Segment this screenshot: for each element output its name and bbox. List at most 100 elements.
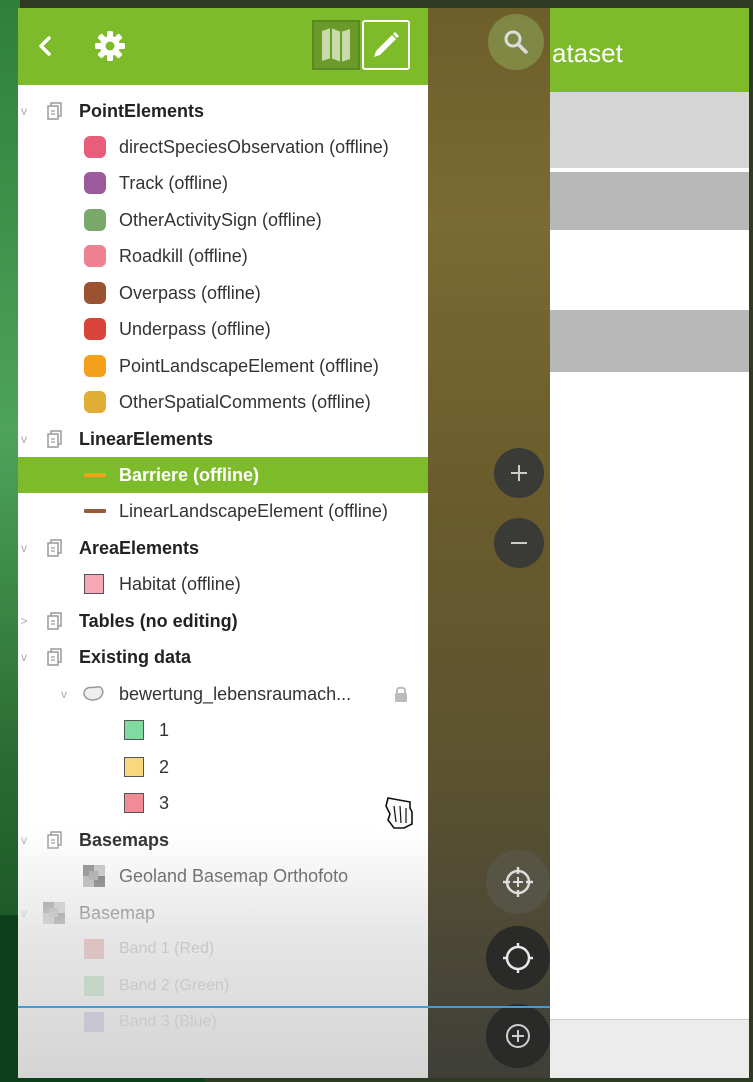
- zoom-in-button[interactable]: [494, 448, 544, 498]
- dataset-title: ataset: [552, 38, 623, 68]
- layers-icon: [47, 102, 62, 120]
- point-symbol-icon: [84, 172, 106, 194]
- layer-item-linearlandscapeelement-offline[interactable]: LinearLandscapeElement (offline): [18, 493, 428, 529]
- chevron-left-icon: [39, 36, 51, 56]
- chevron-down-icon[interactable]: v: [58, 687, 70, 701]
- chevron-down-icon[interactable]: v: [18, 833, 30, 847]
- layer-group-areaelements[interactable]: v AreaElements: [18, 530, 428, 566]
- map-mode-button[interactable]: [312, 20, 360, 70]
- point-symbol-icon: [84, 245, 106, 267]
- layer-item-basemap[interactable]: v Basemap: [18, 895, 428, 931]
- layer-item-otheractivitysign-offline[interactable]: OtherActivitySign (offline): [18, 202, 428, 238]
- pencil-icon: [374, 32, 399, 57]
- layer-label: LinearLandscapeElement (offline): [119, 500, 388, 521]
- chevron-down-icon[interactable]: v: [18, 650, 30, 664]
- layers-icon: [47, 648, 62, 666]
- layer-label: Underpass (offline): [119, 318, 271, 339]
- layer-item-band-1-red[interactable]: Band 1 (Red): [18, 931, 428, 967]
- chevron-down-icon[interactable]: v: [18, 432, 30, 446]
- layer-item-2[interactable]: 2: [18, 749, 428, 785]
- layer-label: Geoland Basemap Orthofoto: [119, 865, 349, 886]
- layer-label: Track (offline): [119, 172, 229, 193]
- panel-bottom-bar: [550, 1019, 749, 1078]
- layer-item-underpass-offline[interactable]: Underpass (offline): [18, 311, 428, 347]
- polygon-symbol-icon: [124, 757, 144, 777]
- band-color-icon: [84, 939, 104, 959]
- layer-label: Basemap: [79, 902, 156, 923]
- gps-button[interactable]: [486, 926, 550, 990]
- band-color-icon: [84, 1012, 104, 1032]
- layer-item-barriere-offline[interactable]: Barriere (offline): [18, 457, 428, 493]
- layer-item-geoland-basemap-orthofoto[interactable]: Geoland Basemap Orthofoto: [18, 858, 428, 894]
- raster-layer-icon: [83, 865, 105, 887]
- point-symbol-icon: [84, 318, 106, 340]
- chevron-down-icon[interactable]: v: [18, 104, 30, 118]
- layer-item-band-2-green[interactable]: Band 2 (Green): [18, 968, 428, 1004]
- zoom-out-button[interactable]: [494, 518, 544, 568]
- plus-icon: [511, 465, 527, 481]
- layer-item-otherspatialcomments-offline[interactable]: OtherSpatialComments (offline): [18, 384, 428, 420]
- form-row[interactable]: [550, 92, 749, 168]
- layer-label: LinearElements: [79, 428, 214, 449]
- layer-label: Habitat (offline): [119, 573, 241, 594]
- hand-cursor-icon: [385, 797, 413, 829]
- chevron-down-icon[interactable]: v: [18, 541, 30, 555]
- layer-item-habitat-offline[interactable]: Habitat (offline): [18, 566, 428, 602]
- layer-item-3[interactable]: 3: [18, 785, 428, 821]
- layer-label: directSpeciesObservation (offline): [119, 136, 389, 157]
- settings-button[interactable]: [90, 26, 130, 66]
- layer-label: AreaElements: [79, 537, 200, 558]
- form-row[interactable]: [550, 310, 749, 372]
- layer-group-existing-data[interactable]: v Existing data: [18, 639, 428, 675]
- layers-icon: [47, 831, 62, 849]
- edit-mode-button[interactable]: [362, 20, 410, 70]
- layer-label: OtherSpatialComments (offline): [119, 391, 371, 412]
- map-icon: [322, 28, 350, 62]
- point-symbol-icon: [84, 391, 106, 413]
- band-color-icon: [84, 976, 104, 996]
- layer-group-basemaps[interactable]: v Basemaps: [18, 822, 428, 858]
- chevron-down-icon[interactable]: v: [18, 906, 30, 920]
- layer-item-band-3-blue[interactable]: Band 3 (Blue): [18, 1004, 428, 1040]
- layer-label: 1: [159, 719, 170, 740]
- point-symbol-icon: [84, 136, 106, 158]
- form-row[interactable]: [550, 172, 749, 230]
- layer-item-overpass-offline[interactable]: Overpass (offline): [18, 275, 428, 311]
- layers-icon: [47, 612, 62, 630]
- line-symbol-icon: [84, 473, 106, 477]
- line-symbol-icon: [84, 509, 106, 513]
- layer-item-roadkill-offline[interactable]: Roadkill (offline): [18, 238, 428, 274]
- layer-item-track-offline[interactable]: Track (offline): [18, 165, 428, 201]
- search-button[interactable]: [488, 14, 544, 70]
- layer-label: Overpass (offline): [119, 282, 261, 303]
- polygon-layer-icon: [83, 686, 104, 701]
- point-symbol-icon: [84, 355, 106, 377]
- search-icon: [504, 30, 528, 54]
- map-canvas[interactable]: [428, 8, 550, 1078]
- layer-item-directspeciesobservation-offline[interactable]: directSpeciesObservation (offline): [18, 129, 428, 165]
- layer-group-pointelements[interactable]: v PointElements: [18, 93, 428, 129]
- polygon-symbol-icon: [124, 720, 144, 740]
- chevron-right-icon[interactable]: >: [18, 614, 30, 628]
- layer-label: 2: [159, 756, 170, 777]
- add-feature-button[interactable]: [486, 1004, 550, 1068]
- layer-item-pointlandscapeelement-offline[interactable]: PointLandscapeElement (offline): [18, 348, 428, 384]
- layer-label: bewertung_lebensraumach...: [119, 683, 352, 704]
- lock-icon: [395, 686, 407, 702]
- layer-group-tables-no-editing[interactable]: > Tables (no editing): [18, 603, 428, 639]
- layer-label: Band 3 (Blue): [119, 1013, 217, 1030]
- layer-item-bewertung-lebensraumach[interactable]: v bewertung_lebensraumach...: [18, 676, 428, 712]
- raster-layer-icon: [43, 902, 65, 924]
- layer-label: 3: [159, 792, 170, 813]
- locate-button[interactable]: [486, 850, 550, 914]
- layer-label: OtherActivitySign (offline): [119, 209, 322, 230]
- target-icon: [503, 943, 533, 973]
- form-row[interactable]: [550, 232, 749, 310]
- layer-label: PointElements: [79, 100, 205, 121]
- drag-indicator-line: [18, 1006, 550, 1008]
- back-button[interactable]: [30, 28, 60, 64]
- layer-group-linearelements[interactable]: v LinearElements: [18, 421, 428, 457]
- polygon-symbol-icon: [124, 793, 144, 813]
- layer-item-1[interactable]: 1: [18, 712, 428, 748]
- minus-icon: [511, 542, 527, 544]
